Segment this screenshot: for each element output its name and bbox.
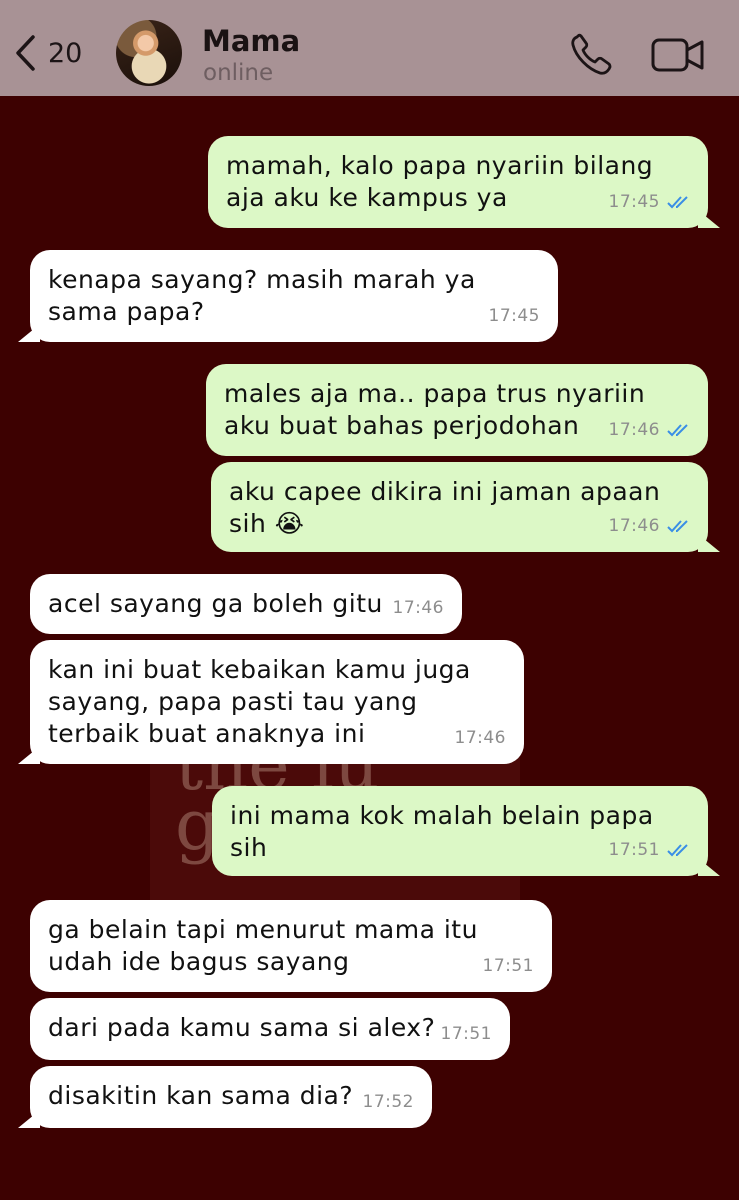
message-time: 17:45 — [608, 192, 660, 212]
message-time: 17:51 — [440, 1024, 492, 1044]
message-time: 17:51 — [482, 956, 534, 976]
unread-count: 20 — [48, 37, 83, 69]
message-text: ga belain tapi menurut mama itu udah ide… — [48, 915, 478, 976]
message-text: aku capee dikira ini jaman apaan sih 😭 — [229, 477, 661, 538]
video-camera-icon — [651, 38, 704, 72]
message-time: 17:46 — [608, 420, 660, 440]
message-text: disakitin kan sama dia? — [48, 1081, 354, 1110]
message-time: 17:46 — [608, 516, 660, 536]
incoming-message[interactable]: kenapa sayang? masih marah ya sama papa?… — [18, 250, 558, 342]
message-text: kan ini buat kebaikan kamu juga sayang, … — [48, 655, 471, 748]
message-text: kenapa sayang? masih marah ya sama papa? — [48, 265, 476, 326]
message-text: males aja ma.. papa trus nyariin aku bua… — [224, 379, 646, 440]
back-button[interactable]: 20 — [14, 30, 104, 76]
incoming-message[interactable]: acel sayang ga boleh gitu 17:46 — [30, 574, 462, 634]
double-check-icon — [667, 196, 688, 209]
message-text: acel sayang ga boleh gitu — [48, 589, 383, 618]
video-call-button[interactable] — [650, 36, 706, 74]
message-time: 17:46 — [392, 598, 444, 618]
incoming-message[interactable]: disakitin kan sama dia? 17:52 — [18, 1066, 432, 1128]
message-time: 17:45 — [488, 306, 540, 326]
outgoing-message[interactable]: mamah, kalo papa nyariin bilang aja aku … — [208, 136, 720, 228]
contact-name[interactable]: Mama — [202, 24, 300, 58]
avatar[interactable] — [116, 20, 182, 86]
message-time: 17:51 — [608, 840, 660, 860]
contact-status: online — [203, 60, 274, 86]
double-check-icon — [667, 520, 688, 533]
voice-call-button[interactable] — [568, 32, 614, 78]
message-time: 17:52 — [362, 1092, 414, 1112]
chevron-left-icon — [16, 35, 35, 71]
incoming-message[interactable]: kan ini buat kebaikan kamu juga sayang, … — [18, 640, 524, 764]
outgoing-message[interactable]: aku capee dikira ini jaman apaan sih 😭 1… — [211, 462, 720, 552]
message-text: ini mama kok malah belain papa sih — [230, 801, 654, 862]
incoming-message[interactable]: dari pada kamu sama si alex? 17:51 — [30, 998, 510, 1060]
outgoing-message[interactable]: males aja ma.. papa trus nyariin aku bua… — [206, 364, 708, 456]
double-check-icon — [667, 844, 688, 857]
incoming-message[interactable]: ga belain tapi menurut mama itu udah ide… — [30, 900, 552, 992]
message-time: 17:46 — [454, 728, 506, 748]
outgoing-message[interactable]: ini mama kok malah belain papa sih 17:51 — [212, 786, 720, 876]
message-text: mamah, kalo papa nyariin bilang aja aku … — [226, 151, 654, 212]
chat-header: 20 Mama online — [0, 0, 739, 96]
phone-icon — [571, 33, 612, 75]
double-check-icon — [667, 424, 688, 437]
message-text: dari pada kamu sama si alex? — [48, 1013, 436, 1042]
